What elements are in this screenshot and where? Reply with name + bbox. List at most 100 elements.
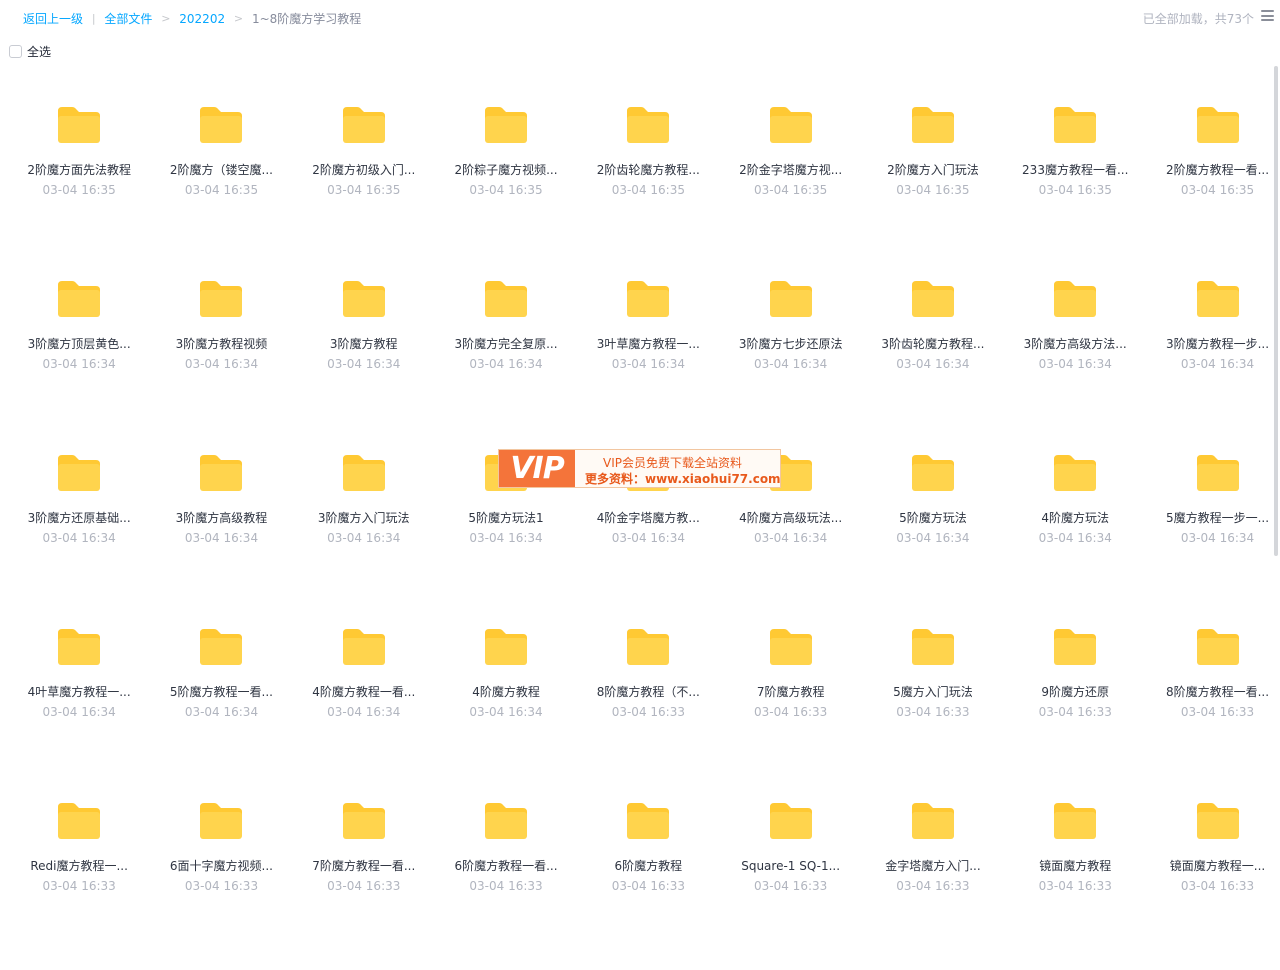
folder-time: 03-04 16:34: [469, 357, 543, 371]
folder-time: 03-04 16:35: [1180, 183, 1255, 197]
folder-icon: [485, 629, 528, 665]
folder-item[interactable]: 2阶魔方教程一看... 03-04 16:35: [1146, 100, 1280, 274]
folder-time: 03-04 16:33: [1180, 879, 1255, 893]
folder-icon: [911, 455, 954, 491]
folder-item[interactable]: 6阶魔方教程一看... 03-04 16:33: [435, 796, 577, 970]
folder-time: 03-04 16:34: [184, 531, 259, 545]
folder-time: 03-04 16:33: [754, 705, 828, 719]
folder-item[interactable]: 8阶魔方教程一看... 03-04 16:33: [1146, 622, 1280, 796]
folder-item[interactable]: 4阶魔方教程 03-04 16:34: [435, 622, 577, 796]
folder-item[interactable]: 2阶魔方初级入门... 03-04 16:35: [293, 100, 435, 274]
folder-icon: [485, 107, 528, 143]
folder-item[interactable]: 5魔方教程一步一... 03-04 16:34: [1146, 448, 1280, 622]
folder-item[interactable]: 3阶魔方教程视频 03-04 16:34: [150, 274, 292, 448]
folder-item[interactable]: 3阶魔方入门玩法 03-04 16:34: [293, 448, 435, 622]
folder-time: 03-04 16:35: [896, 183, 970, 197]
folder-item[interactable]: 6阶魔方教程 03-04 16:33: [577, 796, 719, 970]
folder-name: 6阶魔方教程: [614, 859, 683, 873]
folder-item[interactable]: 3阶魔方高级教程 03-04 16:34: [150, 448, 292, 622]
load-status: 已全部加载，共73个: [1142, 12, 1254, 26]
folder-item[interactable]: 镜面魔方教程一... 03-04 16:33: [1146, 796, 1280, 970]
folder-item[interactable]: Square-1 SQ-1... 03-04 16:33: [719, 796, 861, 970]
file-grid: 2阶魔方面先法教程 03-04 16:35 2阶魔方（镂空魔... 03-04 16:…: [8, 100, 1278, 970]
breadcrumb-all-files[interactable]: 全部文件: [104, 10, 152, 27]
folder-name: Square-1 SQ-1...: [741, 859, 841, 873]
folder-item[interactable]: 7阶魔方教程 03-04 16:33: [719, 622, 861, 796]
folder-item[interactable]: 5阶魔方教程一看... 03-04 16:34: [150, 622, 292, 796]
folder-time: 03-04 16:35: [469, 183, 543, 197]
folder-time: 03-04 16:33: [327, 879, 401, 893]
watermark-line2: 更多资料：www.xiaohui77.com: [585, 472, 781, 486]
list-view-icon[interactable]: [1261, 10, 1274, 21]
folder-item[interactable]: 9阶魔方还原 03-04 16:33: [1004, 622, 1146, 796]
folder-time: 03-04 16:34: [1038, 357, 1112, 371]
folder-item[interactable]: 4阶魔方教程一看... 03-04 16:34: [293, 622, 435, 796]
folder-item[interactable]: 8阶魔方教程（不... 03-04 16:33: [577, 622, 719, 796]
folder-icon: [1054, 107, 1097, 143]
folder-name: 2阶魔方教程一看...: [1165, 163, 1270, 177]
folder-item[interactable]: 2阶金字塔魔方视... 03-04 16:35: [719, 100, 861, 274]
folder-item[interactable]: Redi魔方教程一... 03-04 16:33: [8, 796, 150, 970]
folder-icon: [769, 803, 812, 839]
folder-item[interactable]: 2阶魔方入门玩法 03-04 16:35: [862, 100, 1004, 274]
folder-icon: [911, 629, 954, 665]
folder-item[interactable]: 5阶魔方玩法 03-04 16:34: [862, 448, 1004, 622]
folder-item[interactable]: 4阶魔方玩法 03-04 16:34: [1004, 448, 1146, 622]
folder-time: 03-04 16:34: [42, 705, 116, 719]
folder-name: 7阶魔方教程一看...: [312, 859, 416, 873]
back-link[interactable]: 返回上一级: [23, 10, 83, 27]
folder-item[interactable]: 5魔方入门玩法 03-04 16:33: [862, 622, 1004, 796]
folder-name: 4阶魔方教程一看...: [312, 685, 416, 699]
folder-name: 3阶齿轮魔方教程...: [881, 337, 985, 351]
select-all[interactable]: 全选: [9, 43, 51, 59]
folder-item[interactable]: 2阶魔方面先法教程 03-04 16:35: [8, 100, 150, 274]
folder-item[interactable]: 3阶魔方七步还原法 03-04 16:34: [719, 274, 861, 448]
folder-item[interactable]: 2阶魔方（镂空魔... 03-04 16:35: [150, 100, 292, 274]
folder-icon: [769, 629, 812, 665]
folder-item[interactable]: 233魔方教程一看... 03-04 16:35: [1004, 100, 1146, 274]
folder-time: 03-04 16:34: [184, 705, 259, 719]
folder-time: 03-04 16:34: [1180, 357, 1255, 371]
folder-name: 3阶魔方教程视频: [175, 337, 268, 351]
folder-item[interactable]: 4叶草魔方教程一... 03-04 16:34: [8, 622, 150, 796]
folder-icon: [485, 281, 528, 317]
folder-item[interactable]: 7阶魔方教程一看... 03-04 16:33: [293, 796, 435, 970]
folder-time: 03-04 16:33: [1180, 705, 1255, 719]
folder-time: 03-04 16:34: [754, 357, 828, 371]
folder-item[interactable]: 金字塔魔方入门... 03-04 16:33: [862, 796, 1004, 970]
folder-name: 2阶魔方面先法教程: [27, 163, 131, 177]
folder-item[interactable]: 镜面魔方教程 03-04 16:33: [1004, 796, 1146, 970]
folder-item[interactable]: 3阶魔方顶层黄色... 03-04 16:34: [8, 274, 150, 448]
folder-icon: [342, 107, 385, 143]
folder-icon: [1196, 281, 1239, 317]
folder-name: 3阶魔方高级教程: [175, 511, 268, 525]
folder-item[interactable]: 3阶齿轮魔方教程... 03-04 16:34: [862, 274, 1004, 448]
select-all-checkbox[interactable]: [9, 44, 22, 58]
folder-item[interactable]: 3阶魔方教程 03-04 16:34: [293, 274, 435, 448]
folder-item[interactable]: 3阶魔方教程一步... 03-04 16:34: [1146, 274, 1280, 448]
breadcrumb-folder[interactable]: 202202: [179, 12, 225, 26]
folder-icon: [1196, 803, 1239, 839]
folder-item[interactable]: 6面十字魔方视频... 03-04 16:33: [150, 796, 292, 970]
folder-item[interactable]: 3阶魔方完全复原... 03-04 16:34: [435, 274, 577, 448]
folder-icon: [911, 281, 954, 317]
folder-icon: [485, 803, 528, 839]
folder-name: 6阶魔方教程一看...: [454, 859, 558, 873]
folder-name: 3阶魔方教程: [329, 337, 398, 351]
folder-time: 03-04 16:33: [754, 879, 828, 893]
folder-name: 4阶魔方高级玩法...: [739, 511, 843, 525]
folder-item[interactable]: 3叶草魔方教程一... 03-04 16:34: [577, 274, 719, 448]
folder-icon: [58, 455, 101, 491]
folder-name: 5魔方入门玩法: [893, 685, 973, 699]
folder-item[interactable]: 2阶粽子魔方视频... 03-04 16:35: [435, 100, 577, 274]
folder-item[interactable]: 2阶齿轮魔方教程... 03-04 16:35: [577, 100, 719, 274]
folder-time: 03-04 16:34: [1180, 531, 1255, 545]
folder-time: 03-04 16:34: [611, 531, 685, 545]
folder-name: 5阶魔方玩法1: [468, 511, 544, 525]
folder-icon: [911, 107, 954, 143]
folder-name: 金字塔魔方入门...: [885, 859, 981, 873]
folder-item[interactable]: 3阶魔方高级方法... 03-04 16:34: [1004, 274, 1146, 448]
folder-name: 5阶魔方玩法: [899, 511, 967, 525]
folder-item[interactable]: 3阶魔方还原基础... 03-04 16:34: [8, 448, 150, 622]
folder-name: 3阶魔方入门玩法: [317, 511, 410, 525]
